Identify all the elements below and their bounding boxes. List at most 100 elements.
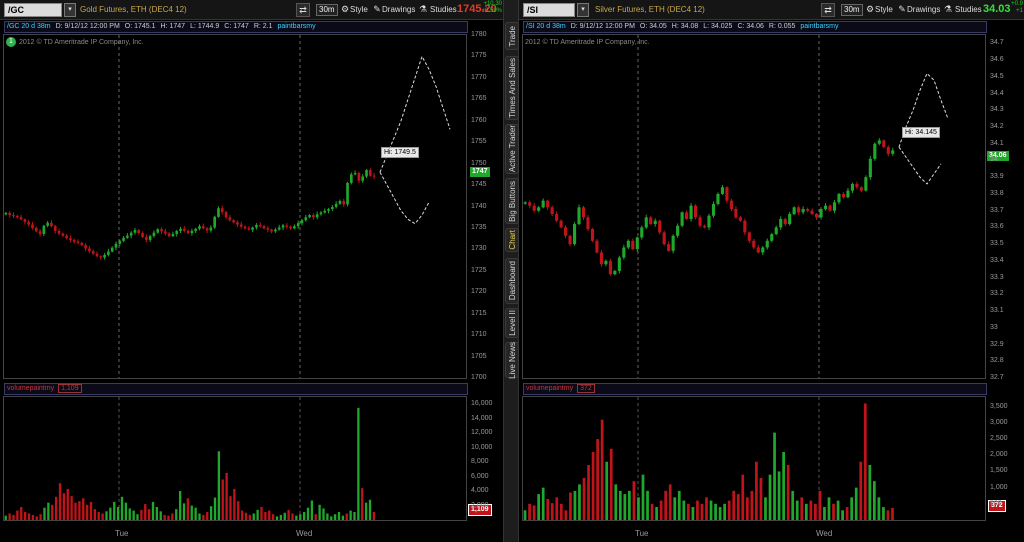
volume-bar (151, 501, 155, 520)
volume-bar (229, 496, 232, 520)
volume-tick-label: 14,000 (471, 414, 493, 422)
symbol-input[interactable]: /GC (4, 3, 62, 17)
tab-chart[interactable]: Chart (505, 228, 519, 252)
candle (828, 204, 832, 212)
candle (819, 207, 823, 220)
aggregation-dropdown[interactable]: 30m (841, 4, 863, 16)
symbol-lookup-icon[interactable]: ▾ (64, 3, 76, 17)
silver-volume-plot[interactable] (523, 397, 985, 520)
gold-price-plot[interactable] (4, 35, 466, 378)
volume-bar (306, 507, 310, 520)
style-menu[interactable]: Style (350, 5, 368, 14)
volume-bar (863, 403, 867, 520)
y-tick-label: 1710 (471, 331, 487, 339)
studies-icon[interactable]: ⚗ (941, 3, 955, 17)
last-price: 34.03 (983, 3, 1011, 15)
candle (312, 213, 315, 220)
tab-level-ii[interactable]: Level II (505, 308, 519, 338)
candle (331, 205, 334, 212)
symbol-input[interactable]: /SI (523, 3, 575, 17)
volume-bar (546, 498, 550, 520)
candle (266, 226, 270, 233)
candle (224, 210, 228, 220)
candle (42, 224, 46, 236)
candle (228, 214, 232, 222)
candle (243, 225, 247, 230)
volume-bar (213, 497, 217, 520)
volume-bar (532, 505, 536, 520)
candle (152, 230, 156, 238)
silver-price-plot[interactable] (523, 35, 985, 378)
candle (788, 211, 792, 226)
candle (711, 201, 716, 218)
symbol-lookup-icon[interactable]: ▾ (577, 3, 589, 17)
volume-bar (159, 511, 162, 520)
candle (747, 231, 751, 243)
candle (738, 215, 742, 222)
drawings-menu[interactable]: Drawings (382, 5, 415, 14)
volume-bar (299, 514, 302, 520)
candle (823, 202, 828, 211)
candle (99, 255, 103, 261)
candle (868, 156, 872, 180)
candle (334, 201, 338, 209)
volume-bar (345, 513, 348, 520)
tab-dashboard[interactable]: Dashboard (505, 258, 519, 304)
volume-bar (217, 451, 221, 520)
candle (528, 200, 532, 209)
candle (806, 207, 810, 213)
candle (209, 225, 213, 233)
gold-volume-plot[interactable] (4, 397, 466, 520)
volume-bar (659, 500, 663, 520)
studies-icon[interactable]: ⚗ (416, 3, 430, 17)
volume-bar (368, 499, 372, 520)
volume-bar (836, 500, 840, 520)
volume-bar (637, 497, 640, 520)
volume-bar (58, 483, 62, 520)
tab-live-news[interactable]: Live News (505, 342, 519, 378)
volume-bar (8, 513, 11, 520)
candle (57, 228, 61, 236)
volume-bar (727, 500, 731, 520)
aggregation-dropdown[interactable]: 30m (316, 4, 338, 16)
candle (541, 198, 545, 209)
volume-bar (668, 484, 672, 520)
silver-chart-panel: /SI ▾ Silver Futures, ETH (DEC4 12) ⇄ 30… (519, 0, 1024, 542)
volume-tick-label: 3,500 (990, 402, 1008, 410)
y-tick-label: 1750 (471, 159, 487, 167)
candle (156, 228, 160, 234)
candle (258, 222, 262, 228)
volume-bar (814, 503, 817, 520)
volume-bar (759, 477, 763, 520)
studies-menu[interactable]: Studies (430, 5, 457, 14)
tab-trade[interactable]: Trade (505, 22, 519, 50)
tab-times-and-sales[interactable]: Times And Sales (505, 56, 519, 120)
tab-big-buttons[interactable]: Big Buttons (505, 178, 519, 224)
candle (774, 225, 778, 236)
candle (523, 201, 527, 205)
candle (281, 223, 285, 231)
volume-bar (804, 503, 808, 520)
volume-bar (93, 509, 97, 520)
y-tick-label: 34.7 (990, 39, 1004, 47)
volume-bar (105, 511, 108, 520)
y-tick-label: 34.5 (990, 72, 1004, 80)
candle (662, 230, 666, 246)
volume-bar (330, 516, 333, 520)
volume-bar (823, 507, 826, 520)
candle (667, 241, 671, 252)
candle (76, 239, 80, 245)
y-tick-label: 32.8 (990, 357, 1004, 365)
link-icon[interactable]: ⇄ (296, 3, 310, 17)
volume-bar (20, 506, 23, 520)
candle (84, 243, 87, 252)
drawings-menu[interactable]: Drawings (907, 5, 940, 14)
volume-bar (23, 512, 27, 520)
link-icon[interactable]: ⇄ (821, 3, 835, 17)
candle (255, 223, 258, 230)
candle (617, 255, 621, 274)
volume-study-strip: volumepaintmy 372 (523, 383, 987, 395)
style-menu[interactable]: Style (875, 5, 893, 14)
tab-active-trader[interactable]: Active Trader (505, 124, 519, 174)
studies-menu[interactable]: Studies (955, 5, 982, 14)
